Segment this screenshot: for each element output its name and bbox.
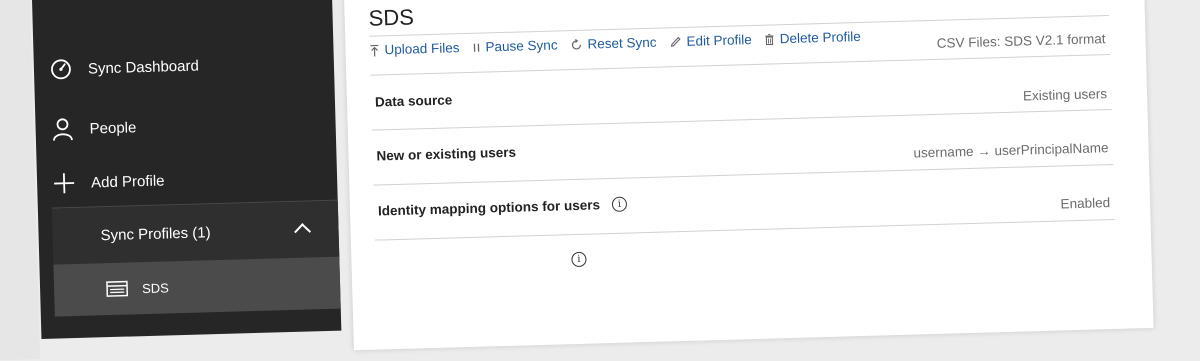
sidebar-item-label: People <box>89 119 136 137</box>
divider <box>375 219 1115 241</box>
divider <box>372 109 1112 131</box>
page-title: SDS <box>368 4 414 31</box>
field-label: Data source <box>375 92 453 109</box>
edit-profile-label: Edit Profile <box>686 32 752 49</box>
field-label: New or existing users <box>376 145 516 164</box>
pause-icon <box>472 42 480 52</box>
info-icon[interactable]: i <box>571 252 586 267</box>
plus-icon <box>51 170 78 197</box>
user-type-value: Existing users <box>1023 86 1107 103</box>
field-label: Identity mapping options for users <box>378 197 600 218</box>
person-icon <box>49 116 76 143</box>
sidebar-item-profile-sds[interactable]: SDS <box>53 257 340 317</box>
edit-profile-button[interactable]: Edit Profile <box>669 32 752 49</box>
data-source-value: CSV Files: SDS V2.1 format <box>937 31 1106 51</box>
sidebar-item-add-profile[interactable]: Add Profile <box>51 162 165 201</box>
upload-files-button[interactable]: Upload Files <box>369 40 459 58</box>
profile-details-card: SDS Upload Files Pause Sync Reset Sync <box>343 0 1154 350</box>
divider <box>373 164 1113 186</box>
reset-icon <box>570 38 582 50</box>
sidebar-item-sync-dashboard[interactable]: Sync Dashboard <box>47 47 199 87</box>
sidebar: Sync Dashboard People Add Profile S <box>31 0 341 339</box>
sidebar-item-sync-profiles[interactable]: Sync Profiles (1) <box>52 201 339 265</box>
divider <box>370 54 1110 76</box>
pause-sync-button[interactable]: Pause Sync <box>472 37 557 54</box>
info-icon[interactable]: i <box>612 197 627 212</box>
option-status-value: Enabled <box>1060 195 1110 211</box>
sidebar-item-label: Sync Dashboard <box>88 57 199 77</box>
profile-table-icon <box>106 281 128 298</box>
sidebar-item-label: SDS <box>142 280 169 296</box>
upload-icon <box>369 44 379 56</box>
user-type-label: New or existing users <box>376 145 516 164</box>
sidebar-item-label: Add Profile <box>91 172 165 191</box>
pencil-icon <box>669 35 681 47</box>
trash-icon <box>765 33 775 45</box>
sidebar-item-people[interactable]: People <box>49 109 137 147</box>
dashboard-icon <box>48 56 75 83</box>
reset-sync-label: Reset Sync <box>587 35 656 52</box>
data-source-label: Data source <box>375 92 453 109</box>
pause-sync-label: Pause Sync <box>485 37 557 54</box>
identity-mapping-value: username → userPrincipalName <box>913 140 1108 160</box>
upload-files-label: Upload Files <box>384 40 459 57</box>
sync-profiles-label: Sync Profiles (1) <box>100 224 210 244</box>
app-view: Sync Dashboard People Add Profile S <box>0 0 1200 300</box>
identity-mapping-label: Identity mapping options for users i <box>378 197 627 219</box>
chevron-up-icon <box>294 223 311 240</box>
partial-row-label: i <box>559 252 586 268</box>
delete-profile-label: Delete Profile <box>780 29 861 46</box>
delete-profile-button[interactable]: Delete Profile <box>765 29 861 47</box>
reset-sync-button[interactable]: Reset Sync <box>570 35 656 52</box>
